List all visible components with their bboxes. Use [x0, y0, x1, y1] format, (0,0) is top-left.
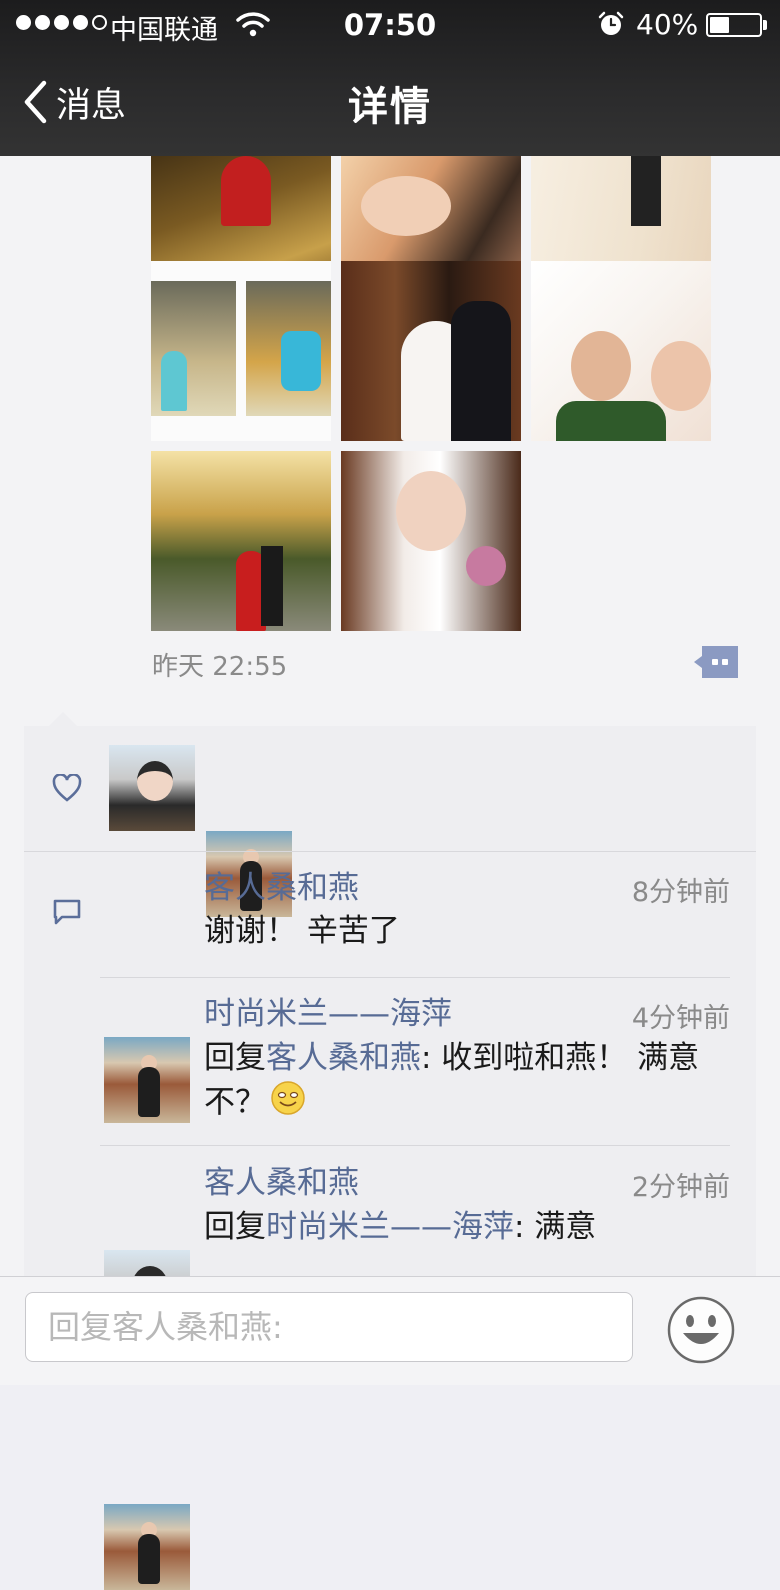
top-bar: 中国联通 07:50 40% 消息 详情	[0, 0, 780, 156]
comment-avatar[interactable]	[104, 1037, 190, 1123]
comment-divider	[100, 1145, 730, 1146]
reply-prefix: 回复	[204, 1040, 266, 1076]
battery-icon	[706, 13, 762, 37]
photo-thumbnail[interactable]	[151, 261, 331, 441]
comment-time: 8分钟前	[631, 877, 730, 908]
comment-icon	[52, 898, 82, 930]
status-bar: 中国联通 07:50 40%	[0, 0, 780, 48]
comment-text: 回复时尚米兰——海萍: 满意	[204, 1206, 744, 1249]
post-timestamp: 昨天 22:55	[152, 652, 288, 682]
comment-bubble-icon	[694, 646, 738, 678]
reply-prefix: 回复	[204, 1209, 266, 1245]
emoji-button[interactable]	[666, 1295, 736, 1365]
comment-text: 回复客人桑和燕: 收到啦和燕！ 满意不？	[204, 1037, 744, 1128]
battery-tip	[763, 20, 767, 30]
battery-level-fill	[710, 17, 729, 33]
comment-divider	[100, 977, 730, 978]
reply-body: : 满意	[514, 1209, 597, 1245]
comment-author[interactable]: 客人桑和燕	[204, 1157, 359, 1202]
reply-target-link[interactable]: 客人桑和燕	[266, 1040, 421, 1076]
smile-emoji-icon	[270, 1080, 306, 1128]
likes-divider	[24, 851, 756, 852]
emoji-face-icon	[667, 1296, 735, 1364]
comment-time: 2分钟前	[631, 1172, 730, 1203]
photo-thumbnail[interactable]	[341, 261, 521, 441]
moment-detail-page: 昨天 22:55 客人桑和燕 8分钟前 谢谢！ 辛苦了 时尚米兰——海萍 4分钟…	[0, 0, 780, 1590]
photo-thumbnail[interactable]	[341, 451, 521, 631]
heart-icon	[52, 773, 82, 806]
navigation-bar: 消息 详情	[0, 48, 780, 156]
like-avatar[interactable]	[109, 745, 195, 831]
page-title: 详情	[348, 84, 432, 130]
comment-author[interactable]: 时尚米兰——海萍	[204, 988, 452, 1033]
comment-avatar[interactable]	[104, 1504, 190, 1590]
comment-action-button[interactable]	[694, 644, 740, 680]
reply-input[interactable]	[25, 1292, 633, 1362]
photo-thumbnail[interactable]	[151, 451, 331, 631]
panel-pointer	[48, 712, 78, 727]
comment-time: 4分钟前	[631, 1003, 730, 1034]
photo-thumbnail[interactable]	[531, 261, 711, 441]
comment-text: 谢谢！ 辛苦了	[204, 913, 400, 949]
comment-author[interactable]: 客人桑和燕	[204, 862, 359, 907]
alarm-clock-icon	[598, 11, 624, 41]
reply-target-link[interactable]: 时尚米兰——海萍	[266, 1209, 514, 1245]
battery-percentage: 40%	[636, 8, 699, 41]
